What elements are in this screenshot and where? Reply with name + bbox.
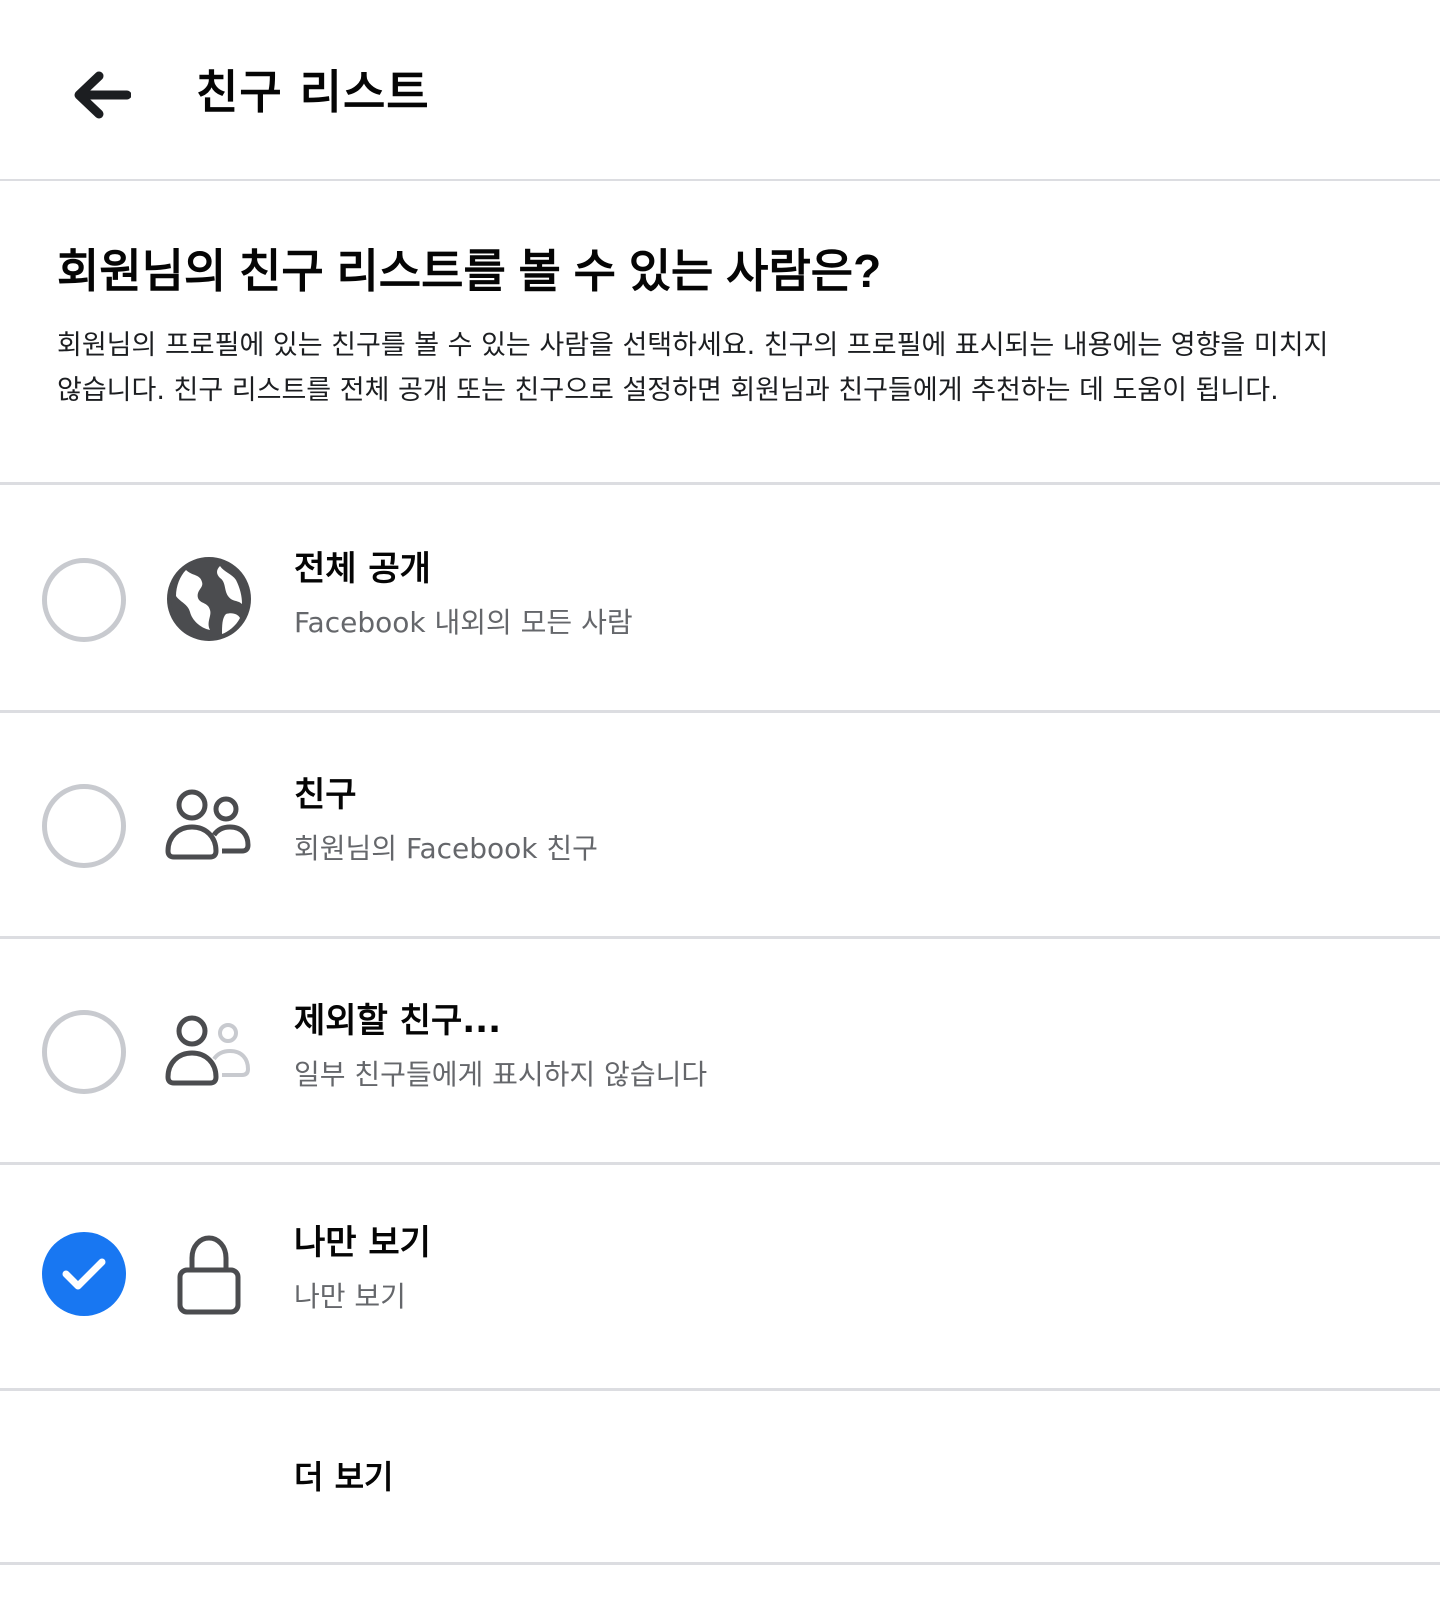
option-subtitle: 나만 보기 <box>294 1280 406 1313</box>
intro-section: 회원님의 친구 리스트를 볼 수 있는 사람은? 회원님의 프로필에 있는 친구… <box>0 183 1440 485</box>
option-subtitle: Facebook 내외의 모든 사람 <box>294 606 633 639</box>
checkmark-icon <box>62 1258 106 1290</box>
friends-except-icon <box>164 1006 254 1096</box>
option-public[interactable]: 전체 공개 Facebook 내외의 모든 사람 <box>0 487 1440 713</box>
option-title: 전체 공개 <box>294 549 431 589</box>
friends-icon <box>164 780 254 870</box>
option-title: 친구 <box>294 775 357 815</box>
option-friends-except[interactable]: 제외할 친구... 일부 친구들에게 표시하지 않습니다 <box>0 939 1440 1165</box>
radio-friends[interactable] <box>42 784 126 868</box>
top-bar: 친구 리스트 <box>0 0 1440 181</box>
option-subtitle: 일부 친구들에게 표시하지 않습니다 <box>294 1058 708 1091</box>
option-title: 제외할 친구... <box>294 1001 501 1041</box>
option-subtitle: 회원님의 Facebook 친구 <box>294 832 598 865</box>
radio-only-me[interactable] <box>42 1232 126 1316</box>
option-friends[interactable]: 친구 회원님의 Facebook 친구 <box>0 713 1440 939</box>
radio-friends-except[interactable] <box>42 1010 126 1094</box>
page-title: 친구 리스트 <box>196 65 430 119</box>
radio-public[interactable] <box>42 558 126 642</box>
see-more-button[interactable]: 더 보기 <box>0 1390 1440 1565</box>
section-description: 회원님의 프로필에 있는 친구를 볼 수 있는 사람을 선택하세요. 친구의 프… <box>57 330 1329 406</box>
arrow-left-icon <box>74 71 131 119</box>
option-title: 나만 보기 <box>294 1223 431 1263</box>
back-button[interactable] <box>60 55 140 135</box>
section-heading: 회원님의 친구 리스트를 볼 수 있는 사람은? <box>57 245 882 297</box>
globe-icon <box>164 554 254 644</box>
option-only-me[interactable]: 나만 보기 나만 보기 <box>0 1165 1440 1391</box>
see-more-label: 더 보기 <box>294 1458 394 1496</box>
lock-icon <box>164 1230 254 1320</box>
